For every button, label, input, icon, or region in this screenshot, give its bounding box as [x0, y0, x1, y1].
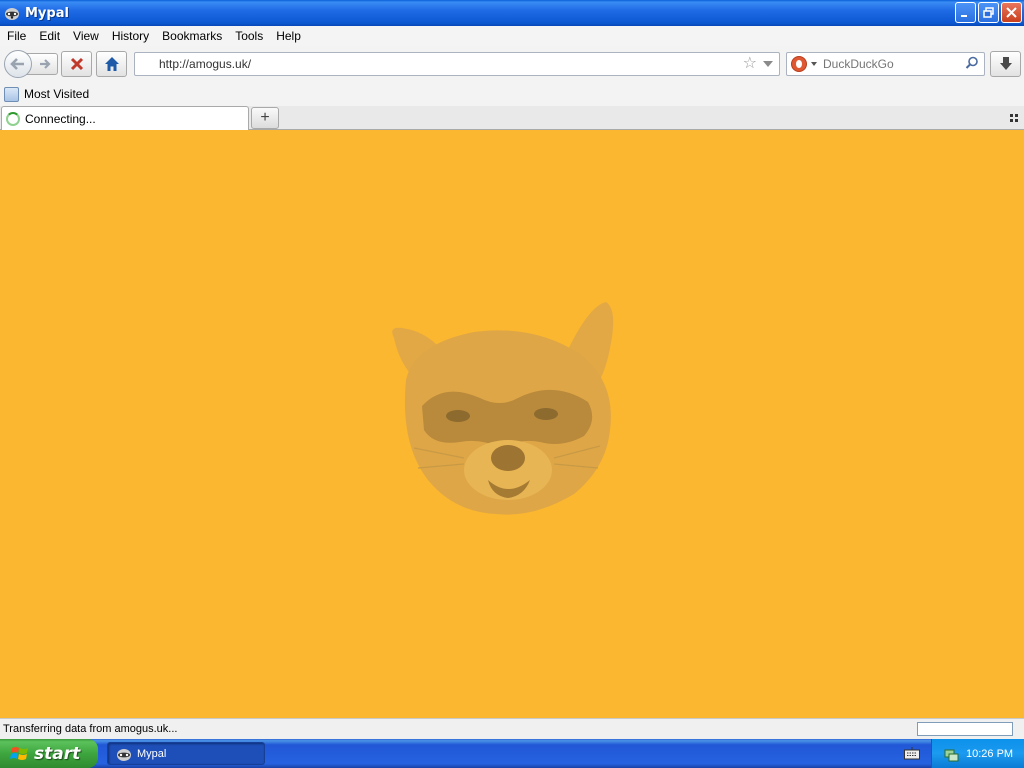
bookmark-most-visited[interactable]: Most Visited: [24, 87, 89, 101]
close-button[interactable]: [1001, 2, 1022, 23]
close-icon: [1006, 7, 1017, 18]
page-content: [0, 130, 1024, 718]
restore-button[interactable]: [978, 2, 999, 23]
window-titlebar[interactable]: Mypal: [0, 0, 1024, 26]
menu-edit[interactable]: Edit: [32, 29, 66, 43]
menu-help[interactable]: Help: [269, 29, 307, 43]
tab-active[interactable]: Connecting...: [1, 106, 249, 130]
window-title: Mypal: [25, 5, 69, 21]
status-text: Transferring data from amogus.uk...: [3, 723, 178, 735]
menu-bookmarks[interactable]: Bookmarks: [155, 29, 228, 43]
back-button[interactable]: [4, 50, 32, 78]
progress-bar: [917, 722, 1013, 736]
download-arrow-icon: [999, 57, 1012, 70]
menu-tools[interactable]: Tools: [228, 29, 269, 43]
menu-view[interactable]: View: [66, 29, 105, 43]
status-bar: Transferring data from amogus.uk...: [0, 718, 1024, 739]
stop-x-icon: [70, 57, 83, 71]
windows-logo-icon: [10, 746, 28, 760]
menu-history[interactable]: History: [105, 29, 155, 43]
plus-icon: +: [260, 109, 270, 126]
stop-button[interactable]: [61, 51, 92, 77]
search-input[interactable]: [823, 57, 963, 71]
minimize-button[interactable]: [955, 2, 976, 23]
url-input[interactable]: [159, 57, 719, 71]
search-icon[interactable]: [965, 56, 979, 70]
start-label: start: [34, 743, 81, 764]
task-label: Mypal: [137, 747, 167, 760]
tab-strip: Connecting... +: [0, 106, 1024, 130]
forward-arrow-icon: [40, 59, 51, 69]
keyboard-icon[interactable]: [904, 747, 920, 760]
home-icon: [104, 57, 119, 71]
url-bar[interactable]: ☆: [134, 52, 780, 76]
taskbar-clock[interactable]: 10:26 PM: [966, 748, 1013, 760]
home-button[interactable]: [96, 51, 127, 77]
network-icon[interactable]: [943, 746, 959, 762]
loading-spinner-icon: [6, 111, 20, 126]
bookmarks-toolbar: Most Visited: [0, 82, 1024, 106]
restore-icon: [983, 7, 994, 18]
start-button[interactable]: start: [0, 739, 98, 768]
taskbar-task-mypal[interactable]: Mypal: [107, 742, 265, 765]
bookmark-star-icon[interactable]: ☆: [743, 56, 757, 72]
search-bar[interactable]: [786, 52, 985, 76]
new-tab-button[interactable]: +: [251, 107, 279, 129]
search-engine-dropdown-icon[interactable]: [811, 62, 817, 66]
raccoon-face-image: [392, 302, 614, 515]
url-dropdown-icon[interactable]: [763, 61, 773, 67]
system-tray: 10:26 PM: [931, 739, 1024, 768]
tab-list-icon[interactable]: [1010, 114, 1018, 122]
tab-label: Connecting...: [25, 111, 96, 126]
windows-taskbar: start Mypal 10:26 PM: [0, 739, 1024, 768]
most-visited-folder-icon: [4, 86, 19, 102]
duckduckgo-icon[interactable]: [791, 56, 807, 72]
mypal-app-icon: [5, 8, 19, 20]
downloads-button[interactable]: [990, 51, 1021, 77]
mypal-app-icon: [117, 748, 131, 761]
back-arrow-icon: [10, 58, 24, 70]
navigation-toolbar: ☆: [0, 46, 1024, 82]
menu-file[interactable]: File: [0, 29, 32, 43]
minimize-icon: [961, 15, 967, 17]
menu-bar: File Edit View History Bookmarks Tools H…: [0, 26, 1024, 46]
